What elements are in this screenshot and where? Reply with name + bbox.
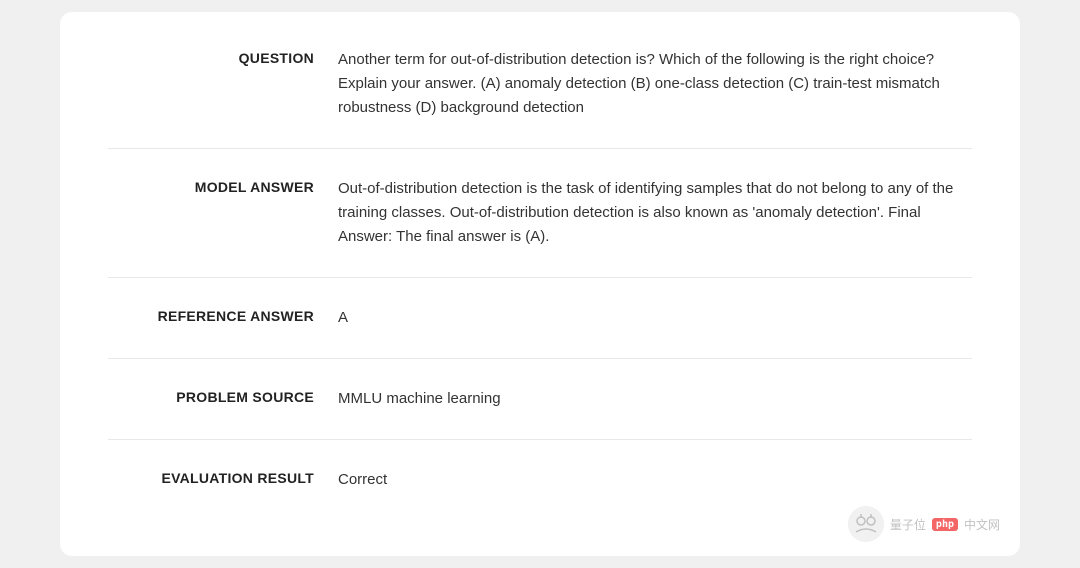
value-model-answer: Out-of-distribution detection is the tas… (338, 177, 972, 249)
label-model-answer: MODEL ANSWER (108, 177, 338, 195)
row-model-answer: MODEL ANSWEROut-of-distribution detectio… (108, 177, 972, 249)
row-reference-answer: REFERENCE ANSWERA (108, 306, 972, 330)
row-evaluation-result: EVALUATION RESULTCorrect (108, 468, 972, 492)
main-card: QUESTIONAnother term for out-of-distribu… (60, 12, 1020, 556)
php-badge: php (932, 518, 958, 531)
label-evaluation-result: EVALUATION RESULT (108, 468, 338, 486)
divider-2 (108, 358, 972, 359)
row-question: QUESTIONAnother term for out-of-distribu… (108, 48, 972, 120)
value-reference-answer: A (338, 306, 972, 330)
watermark: 量子位 php 中文网 (848, 506, 1000, 542)
watermark-site-name: 量子位 (890, 516, 926, 533)
divider-3 (108, 439, 972, 440)
row-problem-source: PROBLEM SOURCEMMLU machine learning (108, 387, 972, 411)
label-reference-answer: REFERENCE ANSWER (108, 306, 338, 324)
value-problem-source: MMLU machine learning (338, 387, 972, 411)
label-question: QUESTION (108, 48, 338, 66)
value-question: Another term for out-of-distribution det… (338, 48, 972, 120)
label-problem-source: PROBLEM SOURCE (108, 387, 338, 405)
watermark-logo (848, 506, 884, 542)
divider-1 (108, 277, 972, 278)
divider-0 (108, 148, 972, 149)
value-evaluation-result: Correct (338, 468, 972, 492)
watermark-cn-label: 中文网 (964, 516, 1000, 533)
